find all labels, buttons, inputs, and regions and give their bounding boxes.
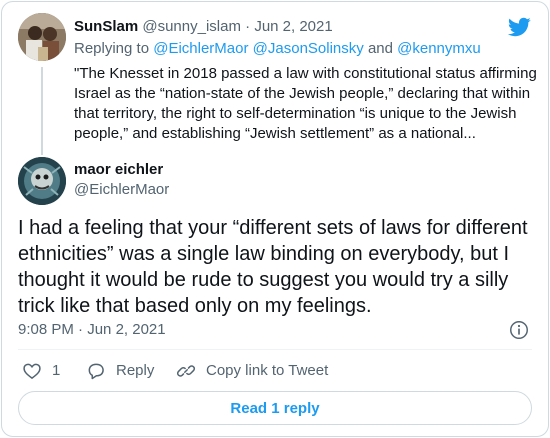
author-handle[interactable]: @EichlerMaor [74, 181, 169, 199]
embedded-tweet-card: SunSlam @sunny_islam · Jun 2, 2021 Reply… [1, 1, 549, 437]
separator-dot: · [245, 18, 251, 35]
tweet-date[interactable]: Jun 2, 2021 [254, 18, 332, 35]
reply-label: Reply [116, 362, 155, 379]
tweet-timestamp[interactable]: 9:08 PM · Jun 2, 2021 [18, 321, 166, 339]
main-tweet-text: I had a feeling that your “different set… [18, 217, 528, 317]
read-replies-button[interactable]: Read 1 reply [18, 391, 532, 425]
like-count: 1 [52, 362, 61, 379]
tweet-date: Jun 2, 2021 [87, 321, 166, 338]
author-handle[interactable]: @sunny_islam [142, 18, 241, 35]
parent-tweet-text: "The Knesset in 2018 passed a law with c… [74, 65, 537, 142]
heart-icon [23, 363, 41, 380]
parent-tweet-header: SunSlam @sunny_islam · Jun 2, 2021 [74, 18, 333, 36]
mention-link[interactable]: @kennymxu [397, 40, 481, 57]
main-tweet-header: maor eichler @EichlerMaor [18, 157, 532, 205]
replying-to-label: Replying to [74, 40, 150, 57]
author-name[interactable]: SunSlam [74, 18, 138, 35]
avatar[interactable] [18, 13, 66, 61]
separator-dot: · [78, 321, 84, 338]
copy-link-button[interactable]: Copy link to Tweet [176, 361, 328, 381]
tweet-time: 9:08 PM [18, 321, 74, 338]
parent-tweet[interactable]: SunSlam @sunny_islam · Jun 2, 2021 Reply… [18, 13, 537, 155]
reply-button[interactable]: Reply [86, 361, 154, 381]
replying-to-line: Replying to @EichlerMaor @JasonSolinsky … [74, 40, 481, 58]
info-icon[interactable] [508, 319, 530, 341]
thread-connector-line [41, 67, 43, 155]
avatar[interactable] [18, 157, 66, 205]
like-button[interactable]: 1 [22, 361, 60, 381]
divider [18, 349, 532, 350]
replying-and-label: and [367, 40, 393, 57]
copy-link-label: Copy link to Tweet [206, 362, 329, 379]
mention-link[interactable]: @JasonSolinsky [253, 40, 364, 57]
link-icon [176, 365, 196, 377]
speech-bubble-icon [88, 363, 104, 380]
mention-link[interactable]: @EichlerMaor [153, 40, 248, 57]
author-name[interactable]: maor eichler [74, 161, 163, 179]
